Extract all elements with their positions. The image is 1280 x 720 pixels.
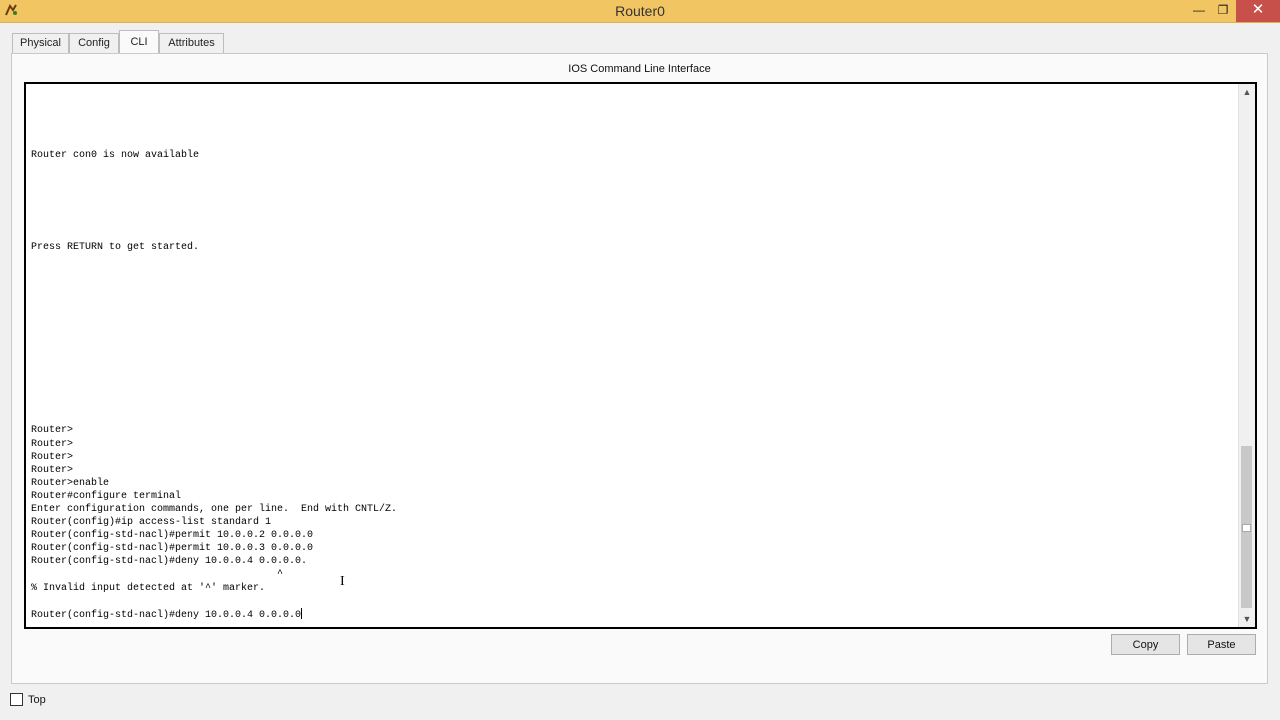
terminal-output[interactable]: Router con0 is now available Press RETURN… — [31, 84, 1231, 621]
terminal-line: Press RETURN to get started. — [31, 242, 200, 254]
terminal-line: Router(config-std-nacl)#deny 10.0.0.4 0.… — [31, 607, 303, 621]
terminal-line: Router> — [31, 451, 74, 463]
top-checkbox[interactable] — [10, 693, 23, 706]
terminal-line: Router#configure terminal — [31, 490, 182, 502]
tab-config[interactable]: Config — [69, 33, 119, 53]
scroll-marker — [1242, 524, 1251, 532]
text-cursor-icon: I — [340, 574, 345, 589]
restore-button[interactable]: ❐ — [1212, 0, 1234, 22]
tab-cli[interactable]: CLI — [119, 30, 159, 54]
terminal-line: Router> — [31, 464, 74, 476]
terminal-line: Router> — [31, 425, 74, 437]
paste-button[interactable]: Paste — [1187, 634, 1256, 655]
terminal-line: ^ — [31, 569, 284, 581]
panel-header: IOS Command Line Interface — [568, 63, 711, 75]
terminal-line: % Invalid input detected at '^' marker. — [31, 582, 266, 594]
terminal-scrollbar[interactable]: ▲ ▼ — [1238, 84, 1255, 627]
scroll-down-icon[interactable]: ▼ — [1239, 611, 1255, 627]
terminal-line: Router(config-std-nacl)#permit 10.0.0.3 … — [31, 543, 314, 555]
title-bar: Router0 — ❐ ✕ — [0, 0, 1280, 23]
copy-button[interactable]: Copy — [1111, 634, 1180, 655]
tab-physical[interactable]: Physical — [12, 33, 69, 53]
close-button[interactable]: ✕ — [1236, 0, 1280, 22]
window-title: Router0 — [615, 3, 665, 19]
terminal-line: Router> — [31, 438, 74, 450]
terminal-line: Router(config)#ip access-list standard 1 — [31, 517, 272, 529]
cli-panel: IOS Command Line Interface Router con0 i… — [11, 53, 1268, 684]
cli-terminal[interactable]: Router con0 is now available Press RETURN… — [24, 82, 1257, 629]
terminal-line: Router(config-std-nacl)#deny 10.0.0.4 0.… — [31, 556, 308, 568]
terminal-line: Router(config-std-nacl)#permit 10.0.0.2 … — [31, 530, 314, 542]
minimize-button[interactable]: — — [1188, 0, 1210, 22]
terminal-line: Enter configuration commands, one per li… — [31, 504, 398, 515]
terminal-line: Router con0 is now available — [31, 150, 200, 162]
tab-attributes[interactable]: Attributes — [159, 33, 224, 53]
top-label: Top — [28, 694, 46, 706]
terminal-line: Router>enable — [31, 477, 110, 489]
input-caret — [301, 607, 303, 619]
scroll-up-icon[interactable]: ▲ — [1239, 84, 1255, 100]
